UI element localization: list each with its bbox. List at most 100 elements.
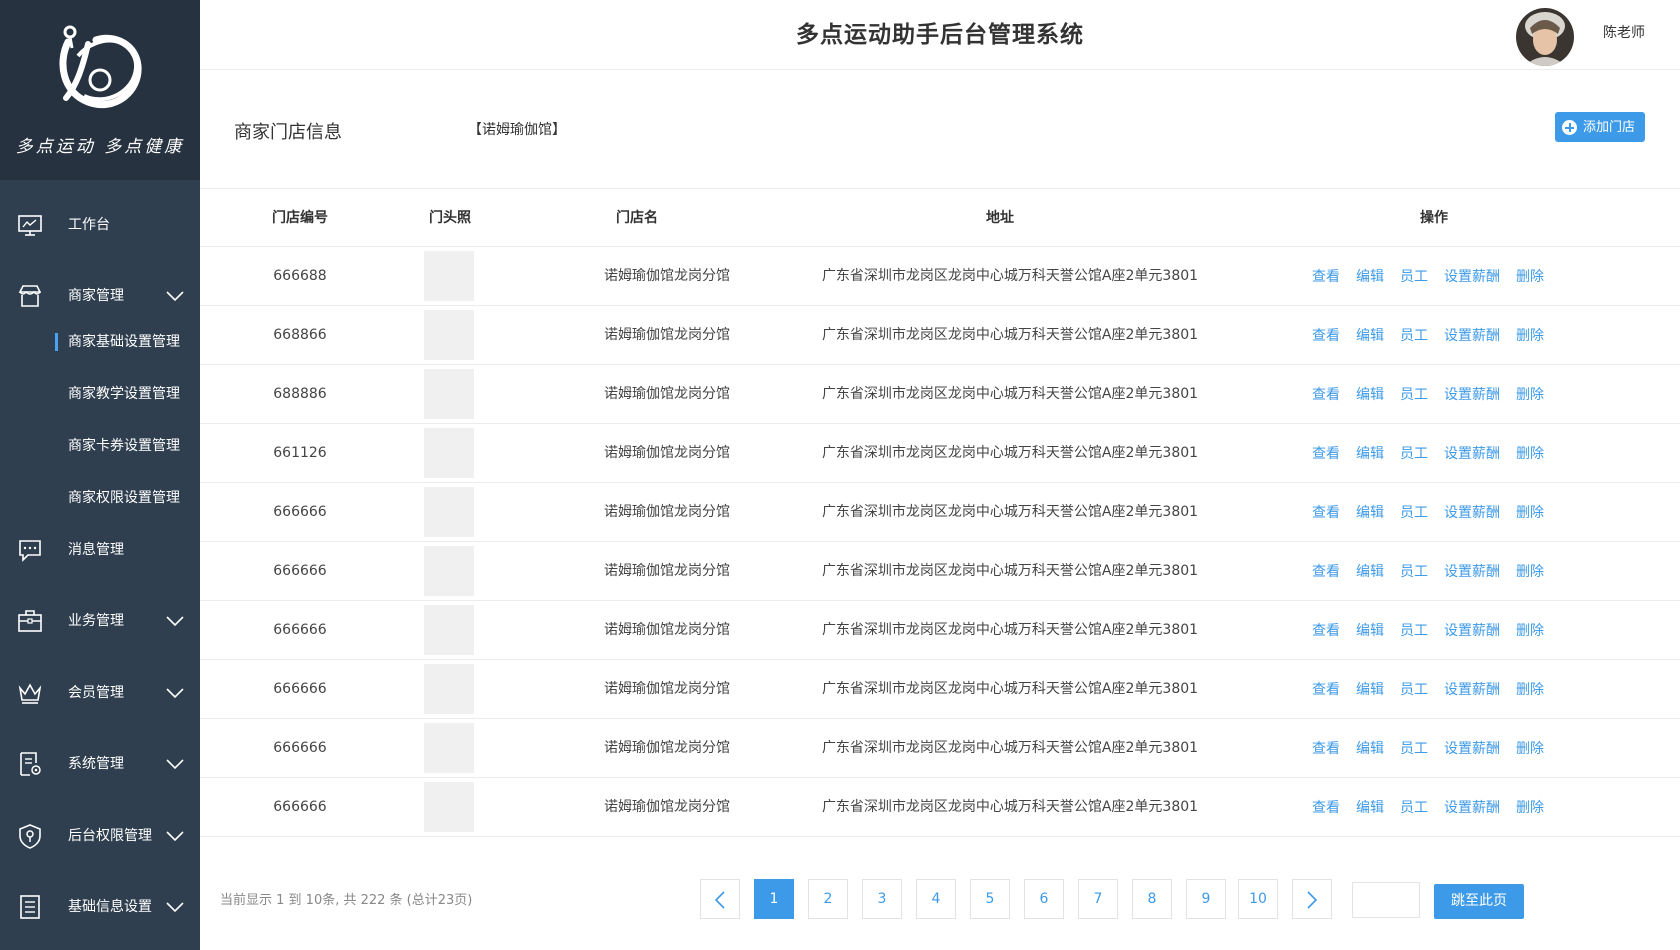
staff-action-link[interactable]: 员工	[1400, 443, 1428, 463]
sidebar-subitem-label: 商家权限设置管理	[68, 490, 180, 506]
sidebar-item-messages[interactable]: 消息管理	[0, 528, 200, 572]
sidebar-subitem-basic-settings[interactable]: 商家基础设置管理	[0, 324, 200, 360]
sidebar-item-admin-permissions[interactable]: 后台权限管理	[0, 814, 200, 858]
edit-action-link[interactable]: 编辑	[1356, 384, 1384, 404]
sidebar-subitem-permission-settings[interactable]: 商家权限设置管理	[0, 480, 200, 516]
sidebar-item-workbench[interactable]: 工作台	[0, 203, 200, 247]
add-store-button[interactable]: 添加门店	[1555, 112, 1645, 142]
edit-action-link[interactable]: 编辑	[1356, 325, 1384, 345]
staff-action-link[interactable]: 员工	[1400, 502, 1428, 522]
delete-action-link[interactable]: 删除	[1516, 679, 1544, 699]
salary-action-link[interactable]: 设置薪酬	[1444, 797, 1500, 817]
page-number-button[interactable]: 10	[1238, 879, 1278, 919]
user-name[interactable]: 陈老师	[1603, 0, 1645, 66]
chevron-down-icon	[166, 902, 184, 913]
salary-action-link[interactable]: 设置薪酬	[1444, 502, 1500, 522]
salary-action-link[interactable]: 设置薪酬	[1444, 679, 1500, 699]
prev-page-button[interactable]	[700, 879, 740, 919]
salary-action-link[interactable]: 设置薪酬	[1444, 325, 1500, 345]
salary-action-link[interactable]: 设置薪酬	[1444, 620, 1500, 640]
store-name-cell: 诺姆瑜伽馆龙岗分馆	[604, 504, 730, 520]
edit-action-link[interactable]: 编辑	[1356, 443, 1384, 463]
store-id-cell: 666688	[273, 268, 327, 284]
edit-action-link[interactable]: 编辑	[1356, 502, 1384, 522]
edit-action-link[interactable]: 编辑	[1356, 620, 1384, 640]
store-name-cell: 诺姆瑜伽馆龙岗分馆	[604, 622, 730, 638]
delete-action-link[interactable]: 删除	[1516, 266, 1544, 286]
active-indicator	[55, 333, 58, 351]
sidebar-item-label: 消息管理	[68, 542, 124, 558]
page-number-button[interactable]: 9	[1186, 879, 1226, 919]
delete-action-link[interactable]: 删除	[1516, 797, 1544, 817]
user-avatar[interactable]	[1516, 8, 1574, 66]
row-actions: 查看 编辑 员工 设置薪酬 删除	[1312, 660, 1560, 718]
delete-action-link[interactable]: 删除	[1516, 325, 1544, 345]
sidebar-item-label: 工作台	[68, 217, 110, 233]
sidebar-item-basic-info[interactable]: 基础信息设置	[0, 885, 200, 929]
view-action-link[interactable]: 查看	[1312, 325, 1340, 345]
staff-action-link[interactable]: 员工	[1400, 679, 1428, 699]
view-action-link[interactable]: 查看	[1312, 620, 1340, 640]
view-action-link[interactable]: 查看	[1312, 502, 1340, 522]
column-header-store-id: 门店编号	[272, 210, 328, 226]
staff-action-link[interactable]: 员工	[1400, 561, 1428, 581]
view-action-link[interactable]: 查看	[1312, 679, 1340, 699]
view-action-link[interactable]: 查看	[1312, 384, 1340, 404]
store-id-cell: 666666	[273, 681, 327, 697]
page-number-button[interactable]: 3	[862, 879, 902, 919]
staff-action-link[interactable]: 员工	[1400, 797, 1428, 817]
edit-action-link[interactable]: 编辑	[1356, 561, 1384, 581]
store-address-cell: 广东省深圳市龙岗区龙岗中心城万科天誉公馆A座2单元3801	[821, 504, 1199, 520]
salary-action-link[interactable]: 设置薪酬	[1444, 384, 1500, 404]
sidebar-item-system[interactable]: 系统管理	[0, 742, 200, 786]
sidebar-subitem-label: 商家教学设置管理	[68, 386, 180, 402]
view-action-link[interactable]: 查看	[1312, 266, 1340, 286]
page-number-button[interactable]: 5	[970, 879, 1010, 919]
page-number-button[interactable]: 4	[916, 879, 956, 919]
delete-action-link[interactable]: 删除	[1516, 620, 1544, 640]
table-row: 666666 诺姆瑜伽馆龙岗分馆 广东省深圳市龙岗区龙岗中心城万科天誉公馆A座2单元…	[200, 719, 1680, 778]
page-number-button[interactable]: 7	[1078, 879, 1118, 919]
edit-action-link[interactable]: 编辑	[1356, 679, 1384, 699]
document-gear-icon	[20, 752, 41, 776]
merchant-name-tag: 【诺姆瑜伽馆】	[468, 122, 566, 138]
edit-action-link[interactable]: 编辑	[1356, 266, 1384, 286]
view-action-link[interactable]: 查看	[1312, 797, 1340, 817]
staff-action-link[interactable]: 员工	[1400, 738, 1428, 758]
page-number-button[interactable]: 1	[754, 879, 794, 919]
page-number-button[interactable]: 8	[1132, 879, 1172, 919]
salary-action-link[interactable]: 设置薪酬	[1444, 561, 1500, 581]
view-action-link[interactable]: 查看	[1312, 738, 1340, 758]
delete-action-link[interactable]: 删除	[1516, 738, 1544, 758]
delete-action-link[interactable]: 删除	[1516, 384, 1544, 404]
page-number-button[interactable]: 6	[1024, 879, 1064, 919]
store-id-cell: 668866	[273, 327, 327, 343]
store-id-cell: 688886	[273, 386, 327, 402]
sidebar-item-members[interactable]: 会员管理	[0, 671, 200, 715]
store-address-cell: 广东省深圳市龙岗区龙岗中心城万科天誉公馆A座2单元3801	[821, 327, 1199, 343]
delete-action-link[interactable]: 删除	[1516, 502, 1544, 522]
next-page-button[interactable]	[1292, 879, 1332, 919]
staff-action-link[interactable]: 员工	[1400, 384, 1428, 404]
view-action-link[interactable]: 查看	[1312, 561, 1340, 581]
staff-action-link[interactable]: 员工	[1400, 266, 1428, 286]
page-number-button[interactable]: 2	[808, 879, 848, 919]
salary-action-link[interactable]: 设置薪酬	[1444, 738, 1500, 758]
staff-action-link[interactable]: 员工	[1400, 325, 1428, 345]
table-row: 666666 诺姆瑜伽馆龙岗分馆 广东省深圳市龙岗区龙岗中心城万科天誉公馆A座2单元…	[200, 542, 1680, 601]
salary-action-link[interactable]: 设置薪酬	[1444, 443, 1500, 463]
sidebar-item-business[interactable]: 业务管理	[0, 599, 200, 643]
sidebar-subitem-card-settings[interactable]: 商家卡券设置管理	[0, 428, 200, 464]
jump-to-page-button[interactable]: 跳至此页	[1434, 884, 1524, 919]
delete-action-link[interactable]: 删除	[1516, 443, 1544, 463]
edit-action-link[interactable]: 编辑	[1356, 797, 1384, 817]
edit-action-link[interactable]: 编辑	[1356, 738, 1384, 758]
view-action-link[interactable]: 查看	[1312, 443, 1340, 463]
sidebar-subitem-teaching-settings[interactable]: 商家教学设置管理	[0, 376, 200, 412]
salary-action-link[interactable]: 设置薪酬	[1444, 266, 1500, 286]
staff-action-link[interactable]: 员工	[1400, 620, 1428, 640]
store-photo-thumbnail	[424, 546, 474, 596]
page-jump-input[interactable]	[1352, 882, 1420, 918]
delete-action-link[interactable]: 删除	[1516, 561, 1544, 581]
sidebar-item-merchant[interactable]: 商家管理	[0, 274, 200, 318]
